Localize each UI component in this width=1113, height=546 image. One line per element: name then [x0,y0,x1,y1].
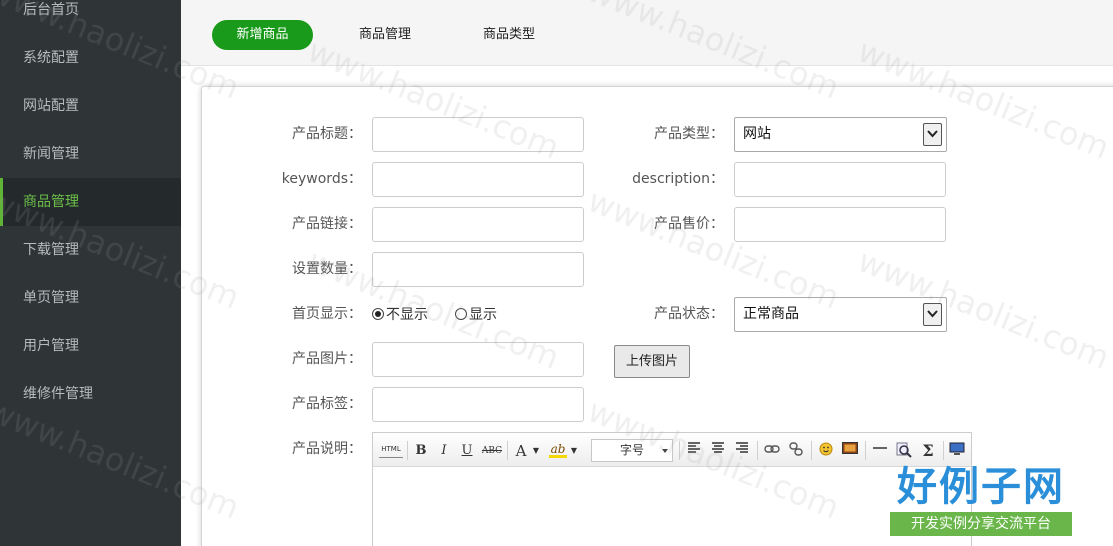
unlink-icon[interactable] [787,442,805,460]
quantity-label: 设置数量： [292,261,362,277]
font-size-label: 字号 [619,443,644,457]
radio-checked-icon [372,308,384,320]
toolbar-separator [943,441,944,460]
status-select-value: 正常商品 [743,306,799,322]
price-input[interactable] [734,207,946,242]
editor-toolbar: HTML B I U ABC A ▼ ab ▼ 字号 Σ [373,433,971,467]
align-right-icon[interactable] [733,442,751,460]
toolbar-separator [679,441,680,460]
font-size-select[interactable]: 字号 [591,439,673,462]
highlight-button[interactable]: ab [549,442,567,458]
horizontal-rule-icon[interactable] [871,442,889,460]
strikethrough-button[interactable]: ABC [481,442,503,460]
caret-down-icon[interactable]: ▼ [569,442,579,460]
link-input[interactable] [372,207,584,242]
status-label: 产品状态： [654,306,724,322]
image-icon[interactable] [841,442,859,460]
toolbar-separator [507,441,508,460]
title-label: 产品标题： [292,126,362,142]
sidebar-item-users[interactable]: 用户管理 [0,322,181,370]
font-color-button[interactable]: A [513,442,529,460]
sidebar-item-system-config[interactable]: 系统配置 [0,34,181,82]
tab-product-manage[interactable]: 商品管理 [347,20,423,50]
emoticon-icon[interactable] [817,442,835,460]
logo-sub-text: 开发实例分享交流平台 [890,512,1072,536]
type-label: 产品类型： [654,126,724,142]
image-label: 产品图片： [292,351,362,367]
italic-button[interactable]: I [435,442,453,460]
site-logo: 好例子网 开发实例分享交流平台 [888,462,1074,540]
align-left-icon[interactable] [685,442,703,460]
search-icon[interactable] [895,442,913,460]
caret-down-icon [662,449,668,453]
sidebar-item-repair-parts[interactable]: 维修件管理 [0,370,181,418]
toolbar-separator [757,441,758,460]
tab-add-product[interactable]: 新增商品 [212,20,313,50]
sidebar-item-pages[interactable]: 单页管理 [0,274,181,322]
status-select[interactable]: 正常商品 [734,297,947,332]
chevron-down-icon [923,303,942,326]
image-input[interactable] [372,342,584,377]
logo-main-text: 好例子网 [897,464,1065,510]
quantity-input[interactable] [372,252,584,287]
sidebar-item-dashboard[interactable]: 后台首页 [0,0,181,34]
tab-product-types[interactable]: 商品类型 [471,20,547,50]
toolbar-separator [811,441,812,460]
type-select[interactable]: 网站 [734,117,947,152]
sidebar-item-products[interactable]: 商品管理 [0,178,181,226]
rich-text-editor[interactable]: HTML B I U ABC A ▼ ab ▼ 字号 Σ [372,432,972,546]
price-label: 产品售价： [654,216,724,232]
radio-hide-label: 不显示 [386,307,428,323]
keywords-input[interactable] [372,162,584,197]
toolbar-separator [865,441,866,460]
title-input[interactable] [372,117,584,152]
chevron-down-icon [923,123,942,146]
underline-button[interactable]: U [458,442,476,460]
preview-icon[interactable] [948,442,966,460]
keywords-label: keywords： [281,171,362,187]
upload-image-button[interactable]: 上传图片 [614,345,690,378]
sidebar: 后台首页 系统配置 网站配置 新闻管理 商品管理 下载管理 单页管理 用户管理 … [0,0,181,546]
description-label: description： [632,171,724,187]
bold-button[interactable]: B [412,442,430,460]
link-icon[interactable] [763,442,781,460]
tags-input[interactable] [372,387,584,422]
sidebar-item-site-config[interactable]: 网站配置 [0,82,181,130]
link-label: 产品链接： [292,216,362,232]
html-source-button[interactable]: HTML [379,442,403,458]
description-input[interactable] [734,162,946,197]
sidebar-item-news[interactable]: 新闻管理 [0,130,181,178]
top-tab-bar: 新增商品 商品管理 商品类型 [181,0,1113,66]
tags-label: 产品标签： [292,396,362,412]
toolbar-separator [407,441,408,460]
radio-unchecked-icon [455,308,467,320]
radio-show[interactable]: 显示 [455,307,497,323]
radio-hide[interactable]: 不显示 [372,307,428,323]
formula-button[interactable]: Σ [919,442,937,460]
type-select-value: 网站 [743,126,771,142]
radio-show-label: 显示 [469,307,497,323]
sidebar-item-downloads[interactable]: 下载管理 [0,226,181,274]
caret-down-icon[interactable]: ▼ [531,442,541,460]
align-center-icon[interactable] [709,442,727,460]
homepage-label: 首页显示： [292,306,362,322]
product-desc-label: 产品说明： [292,441,362,457]
